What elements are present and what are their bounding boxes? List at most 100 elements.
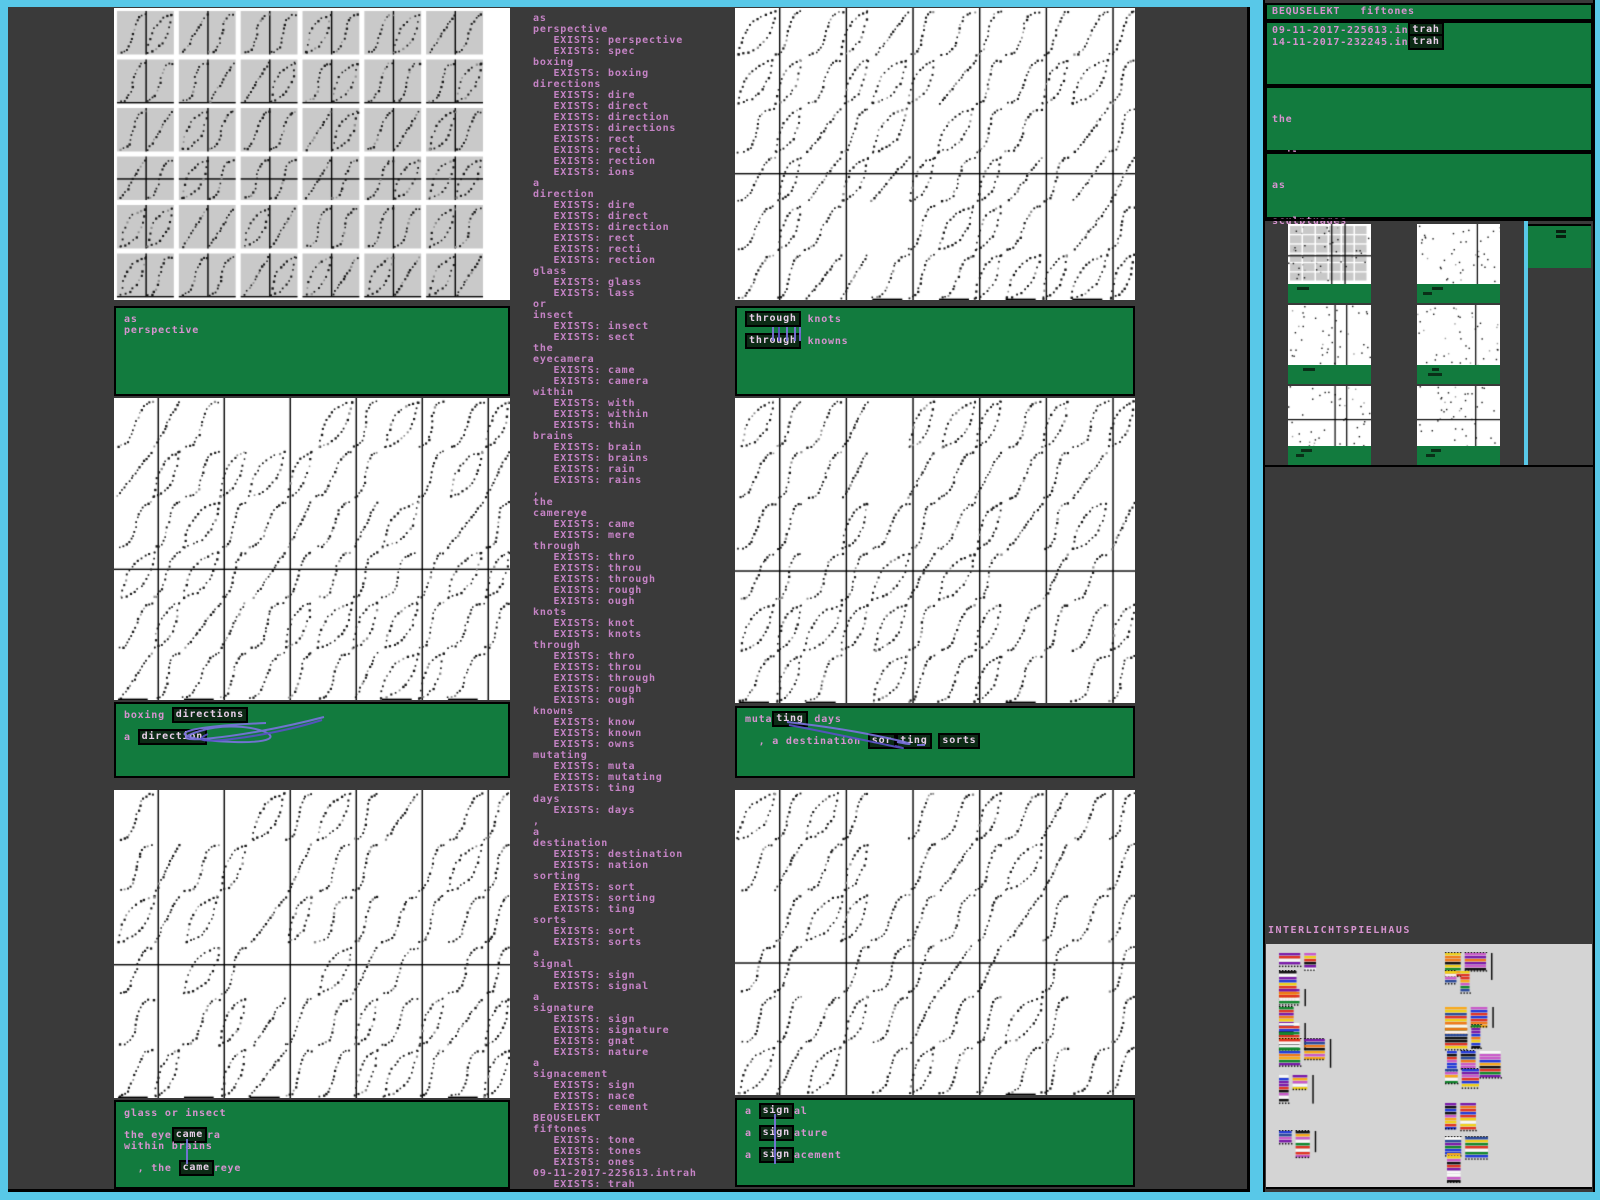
- caption-text: within brains: [124, 1141, 213, 1152]
- caption-text: acement: [793, 1150, 842, 1161]
- listing-line: sorting: [533, 871, 581, 882]
- sidebar-title: BEQUSELEKT: [1272, 6, 1341, 17]
- thumbnail-caption: [1288, 446, 1371, 465]
- caption-line: the eye came ra: [124, 1127, 500, 1143]
- caption-text: a: [745, 1128, 759, 1139]
- highlighted-word[interactable]: ting: [896, 733, 932, 749]
- right-panel-1-artwork[interactable]: [735, 8, 1135, 300]
- file-row[interactable]: 14-11-2017-232245.in trah: [1272, 34, 1586, 50]
- caption-line: , the came reye: [124, 1160, 500, 1176]
- glitch-thumbnail-6[interactable]: [1278, 1038, 1373, 1078]
- thumbnail-image: [1417, 386, 1500, 446]
- left-panel-3-artwork[interactable]: [114, 790, 510, 1098]
- right-panel-3-caption: a sign al a sign ature a sign acement: [735, 1098, 1135, 1187]
- caption-text: a: [745, 1106, 759, 1117]
- listing-line: ,: [533, 816, 540, 827]
- app-root: as perspective boxing directions a directi…: [0, 0, 1600, 1200]
- listing-line: EXISTS: directions: [533, 123, 677, 134]
- listing-line: boxing: [533, 57, 574, 68]
- listing-line: EXISTS: sign: [533, 970, 636, 981]
- highlighted-word[interactable]: directions: [171, 707, 248, 723]
- file-name: 14-11-2017-232245.in: [1272, 37, 1409, 48]
- listing-line: EXISTS: rough: [533, 585, 643, 596]
- glitch-thumbnail-8[interactable]: [1278, 1130, 1373, 1170]
- caption-text: the eye: [124, 1130, 172, 1141]
- highlighted-word[interactable]: sor: [867, 733, 897, 749]
- gallery-thumbnail-1[interactable]: [1288, 224, 1371, 303]
- thumbnail-image: [1288, 386, 1371, 446]
- listing-line: EXISTS: insect: [533, 321, 649, 332]
- caption-line: [745, 1117, 1125, 1128]
- listing-line: EXISTS: tone: [533, 1135, 636, 1146]
- listing-line: EXISTS: spec: [533, 46, 636, 57]
- highlighted-word[interactable]: sorts: [938, 733, 981, 749]
- listing-line: brains: [533, 431, 574, 442]
- listing-line: perspective: [533, 24, 609, 35]
- gallery-thumbnail-2[interactable]: [1417, 224, 1500, 303]
- section-as-sculptuages[interactable]: as sculptuages: [1265, 152, 1593, 227]
- listing-line: EXISTS: knot: [533, 618, 636, 629]
- listing-line: direction: [533, 189, 595, 200]
- gallery-thumbnail-5[interactable]: [1288, 386, 1371, 465]
- left-panel-2-artwork[interactable]: [114, 398, 510, 700]
- left-panel-3-caption: glass or insect the eye came ra within brai…: [114, 1100, 510, 1189]
- caption-line: glass or insect: [124, 1108, 500, 1119]
- word-exists-listing: as perspective EXISTS: perspective EXISTS…: [533, 7, 738, 1192]
- listing-line: EXISTS: signal: [533, 981, 649, 992]
- left-panel-1-artwork[interactable]: [114, 8, 510, 300]
- listing-line: EXISTS: came: [533, 519, 636, 530]
- section-the-coils[interactable]: the coils: [1265, 86, 1593, 161]
- highlighted-word[interactable]: through: [745, 333, 801, 349]
- listing-line: EXISTS: owns: [533, 739, 636, 750]
- right-panel-3-artwork[interactable]: [735, 790, 1135, 1095]
- listing-line: knots: [533, 607, 568, 618]
- caption-text: knowns: [800, 336, 849, 347]
- listing-line: a: [533, 178, 540, 189]
- caption-line: a sign ature: [745, 1125, 1125, 1141]
- caption-line: a sign acement: [745, 1147, 1125, 1163]
- highlighted-word[interactable]: came: [178, 1160, 214, 1176]
- gallery-thumbnail-4[interactable]: [1417, 305, 1500, 384]
- caption-line: through knots: [745, 311, 1125, 327]
- listing-line: insect: [533, 310, 574, 321]
- thumbnail-image: [1417, 224, 1500, 284]
- listing-line: camereye: [533, 508, 588, 519]
- listing-line: EXISTS: direction: [533, 222, 670, 233]
- gallery-thumbnail-6[interactable]: [1417, 386, 1500, 465]
- file-name: 09-11-2017-225613.in: [1272, 25, 1409, 36]
- partial-thumbnail[interactable]: [1528, 224, 1591, 268]
- highlighted-word[interactable]: trah: [1408, 34, 1444, 50]
- right-panel-2-artwork[interactable]: [735, 398, 1135, 703]
- caption-line: [745, 1139, 1125, 1150]
- listing-line: EXISTS: gnat: [533, 1036, 636, 1047]
- caption-line: muta ting days: [745, 711, 1125, 727]
- highlighted-word[interactable]: sign: [758, 1103, 794, 1119]
- listing-line: EXISTS: ough: [533, 695, 636, 706]
- gallery-thumbnail-3[interactable]: [1288, 305, 1371, 384]
- glitch-thumbnail-7[interactable]: [1278, 1074, 1373, 1114]
- caption-text: glass or insect: [124, 1108, 227, 1119]
- highlighted-word[interactable]: direction: [137, 729, 208, 745]
- listing-line: EXISTS: nace: [533, 1091, 636, 1102]
- listing-line: EXISTS: direction: [533, 112, 670, 123]
- glitch-thumbnail-17[interactable]: [1446, 1152, 1541, 1187]
- listing-line: BEQUSELEKT: [533, 1113, 602, 1124]
- caption-text: as: [124, 314, 138, 325]
- highlighted-word[interactable]: sign: [758, 1147, 794, 1163]
- listing-line: sorts: [533, 915, 568, 926]
- listing-line: EXISTS: glass: [533, 277, 643, 288]
- listing-line: EXISTS: nation: [533, 860, 649, 871]
- listing-line: directions: [533, 79, 602, 90]
- left-panel-2-caption: boxing directions a direction: [114, 702, 510, 778]
- listing-line: EXISTS: came: [533, 365, 636, 376]
- listing-line: EXISTS: boxing: [533, 68, 649, 79]
- listing-line: EXISTS: recti: [533, 244, 643, 255]
- glitch-thumbnail-10[interactable]: [1444, 970, 1539, 1010]
- listing-line: EXISTS: sorts: [533, 937, 643, 948]
- thumbnail-gallery: [1265, 219, 1593, 467]
- listing-line: EXISTS: through: [533, 574, 656, 585]
- highlighted-word[interactable]: ting: [772, 711, 808, 727]
- listing-line: 14-11-2017-232245.intrah: [533, 1190, 738, 1192]
- highlighted-word[interactable]: sign: [758, 1125, 794, 1141]
- highlighted-word[interactable]: through: [745, 311, 801, 327]
